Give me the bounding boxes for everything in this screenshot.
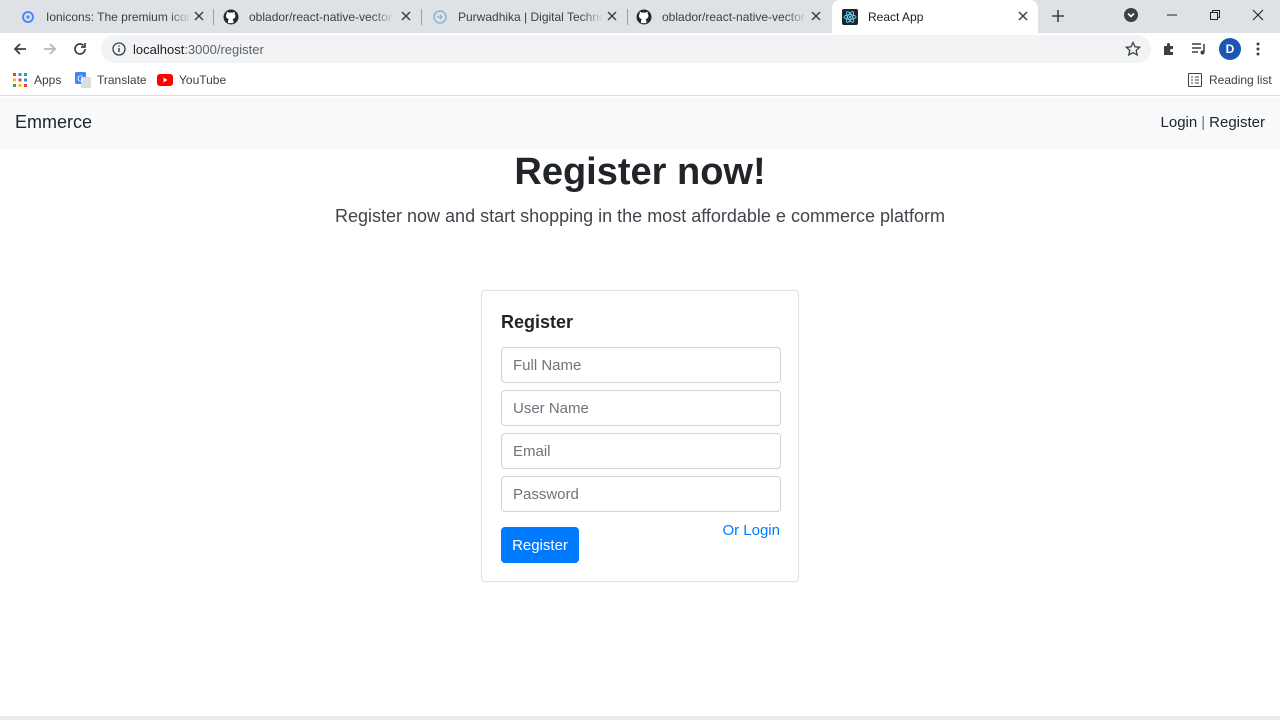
close-icon[interactable] [192,9,206,23]
page-subtitle: Register now and start shopping in the m… [335,206,945,226]
bookmark-star-icon[interactable] [1125,41,1141,57]
site-navbar: Emmerce Login | Register [0,97,1280,149]
tab-github-1[interactable]: oblador/react-native-vector-icons [215,0,421,33]
window-close-button[interactable] [1235,0,1280,30]
tab-ionicons[interactable]: Ionicons: The premium icon pack [0,0,214,33]
restore-icon [1210,10,1220,20]
window-bottom-edge [0,716,1280,720]
password-field[interactable] [501,476,781,512]
nav-separator: | [1201,114,1206,131]
bookmarks-bar: Apps G Translate YouTube Reading list [0,65,1280,96]
bookmark-youtube[interactable]: YouTube [157,71,226,89]
arrow-right-icon [44,43,57,55]
url-text: localhost:3000/register [133,42,264,57]
plus-icon [1052,10,1064,22]
or-login-link[interactable]: Or Login [722,522,780,539]
info-icon[interactable] [111,41,127,57]
extensions-button[interactable] [1157,37,1181,61]
chevron-down-circle-icon [1124,8,1138,22]
card-title: Register [501,312,574,332]
page-title: Register now! [514,151,766,193]
github-icon [636,9,652,25]
translate-icon: G [75,72,91,88]
bookmark-apps[interactable]: Apps [12,71,61,89]
nav-links: Login | Register [1161,114,1265,131]
minimize-button[interactable] [1149,0,1195,30]
tab-title: Ionicons: The premium icon pack [46,9,191,24]
fullname-field[interactable] [501,347,781,383]
close-icon[interactable] [809,9,823,23]
login-link[interactable]: Login [1161,114,1198,131]
bookmark-label: Apps [34,73,62,87]
more-vert-icon [1256,42,1260,56]
ionicons-icon [20,9,36,25]
register-button[interactable]: Register [501,527,579,563]
tab-title: Purwadhika | Digital Technology School [458,9,603,24]
close-icon[interactable] [605,9,619,23]
forward-button[interactable] [38,37,62,61]
email-field[interactable] [501,433,781,469]
bookmark-label: Translate [97,73,147,87]
tab-github-2[interactable]: oblador/react-native-vector-icons [628,0,831,33]
close-icon[interactable] [399,9,413,23]
browser-menu-button[interactable] [1246,37,1270,61]
register-link[interactable]: Register [1209,114,1265,131]
brand-link[interactable]: Emmerce [15,112,92,133]
register-card: Register Register Or Login [481,290,799,582]
restore-button[interactable] [1192,0,1238,30]
react-icon [842,8,858,25]
reading-list-icon [1187,72,1203,88]
close-icon [1252,9,1264,21]
github-icon [223,9,239,25]
new-tab-button[interactable] [1048,6,1068,26]
bookmark-label: YouTube [179,73,227,87]
bookmark-translate[interactable]: G Translate [75,71,147,89]
tab-title: React App [868,9,924,24]
playlist-icon [1192,43,1205,55]
youtube-icon [157,72,173,88]
tab-strip: Ionicons: The premium icon pack oblador/… [0,0,1280,33]
page-viewport: Emmerce Login | Register Register now! R… [0,97,1280,720]
reload-button[interactable] [68,37,92,61]
tab-search-button[interactable] [1108,0,1154,30]
media-control-button[interactable] [1187,37,1211,61]
tab-divider [213,9,214,25]
puzzle-icon [1164,43,1173,55]
purwadhika-icon [432,9,448,25]
apps-grid-icon [12,72,28,88]
tab-title: oblador/react-native-vector-icons [662,9,807,24]
svg-text:G: G [77,75,83,84]
tab-react-app[interactable]: React App [832,0,1038,33]
address-bar[interactable]: localhost:3000/register [101,35,1151,63]
username-field[interactable] [501,390,781,426]
profile-avatar[interactable]: D [1219,38,1241,60]
reload-icon [74,43,86,55]
tab-title: oblador/react-native-vector-icons [249,9,394,24]
url-host: localhost [133,41,185,57]
reading-list-button[interactable]: Reading list [1187,71,1272,89]
url-path: :3000/register [184,41,264,57]
minimize-icon [1167,14,1177,16]
arrow-left-icon [13,43,26,55]
back-button[interactable] [8,37,32,61]
tab-purwadhika[interactable]: Purwadhika | Digital Technology School [422,0,627,33]
close-icon[interactable] [1016,9,1030,23]
browser-toolbar: localhost:3000/register D [0,33,1280,65]
reading-list-label: Reading list [1209,73,1272,87]
